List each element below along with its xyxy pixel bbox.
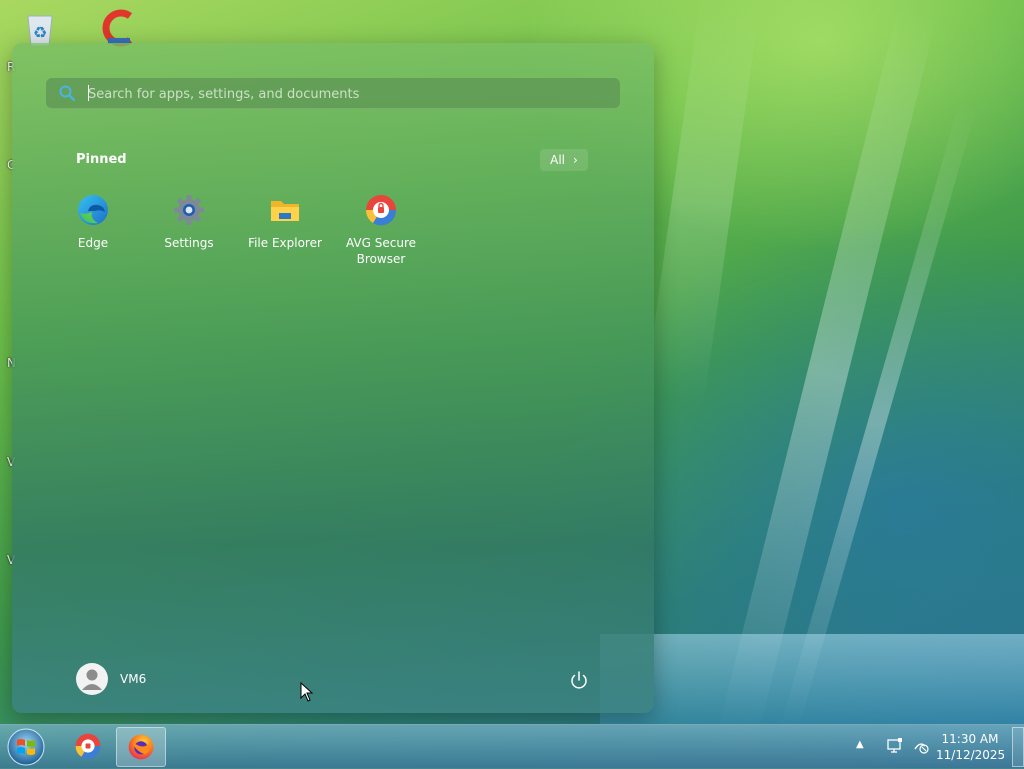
chevron-right-icon: › <box>573 153 578 167</box>
search-input[interactable] <box>86 78 610 110</box>
search-icon <box>59 85 76 102</box>
all-apps-label: All <box>550 153 566 167</box>
wallpaper-horizon <box>600 634 1024 724</box>
folder-icon <box>271 201 299 221</box>
taskbar: ▲ 11:30 AM 11/12/2025 <box>0 724 1024 769</box>
taskbar-app-firefox[interactable] <box>116 727 166 767</box>
action-center-icon[interactable] <box>886 737 904 755</box>
show-hidden-icons-arrow[interactable]: ▲ <box>856 739 864 750</box>
clock-date: 11/12/2025 <box>936 748 1006 762</box>
user-name: VM6 <box>120 672 147 686</box>
all-apps-button[interactable]: All › <box>540 149 588 171</box>
pinned-app-label: AVG Secure Browser <box>345 236 417 266</box>
pinned-app-avg-secure-browser[interactable]: AVG Secure Browser <box>336 193 426 267</box>
network-disconnected-icon[interactable] <box>912 737 930 755</box>
edge-icon <box>78 195 108 225</box>
user-avatar-icon <box>76 663 108 695</box>
pinned-app-label: Edge <box>77 236 109 250</box>
windows-start-orb-icon[interactable] <box>6 727 46 767</box>
settings-gear-icon <box>174 195 204 225</box>
show-desktop-button[interactable] <box>1012 727 1024 767</box>
power-icon[interactable] <box>568 669 590 691</box>
user-account-button[interactable]: VM6 <box>76 663 146 695</box>
system-clock[interactable]: 11:30 AM 11/12/2025 <box>936 731 1006 763</box>
ccleaner-icon[interactable] <box>100 8 140 48</box>
svg-text:♻: ♻ <box>33 23 47 42</box>
avg-browser-icon <box>365 195 397 226</box>
pinned-app-label: Settings <box>164 236 214 250</box>
pinned-app-edge[interactable]: Edge <box>48 193 138 251</box>
pinned-section-title: Pinned <box>76 152 127 167</box>
firefox-icon <box>128 734 154 760</box>
wallpaper-streak <box>644 0 760 405</box>
pinned-app-label: File Explorer <box>248 236 322 250</box>
mouse-cursor-icon <box>300 682 314 702</box>
taskbar-app-avg-secure-browser[interactable] <box>64 727 112 765</box>
avg-browser-icon <box>75 733 101 759</box>
pinned-app-settings[interactable]: Settings <box>144 193 234 251</box>
clock-time: 11:30 AM <box>941 732 999 746</box>
text-caret <box>88 85 89 101</box>
pinned-app-file-explorer[interactable]: File Explorer <box>240 193 330 251</box>
start-menu: Pinned All › Edge <box>12 43 654 713</box>
search-box[interactable] <box>46 78 620 110</box>
